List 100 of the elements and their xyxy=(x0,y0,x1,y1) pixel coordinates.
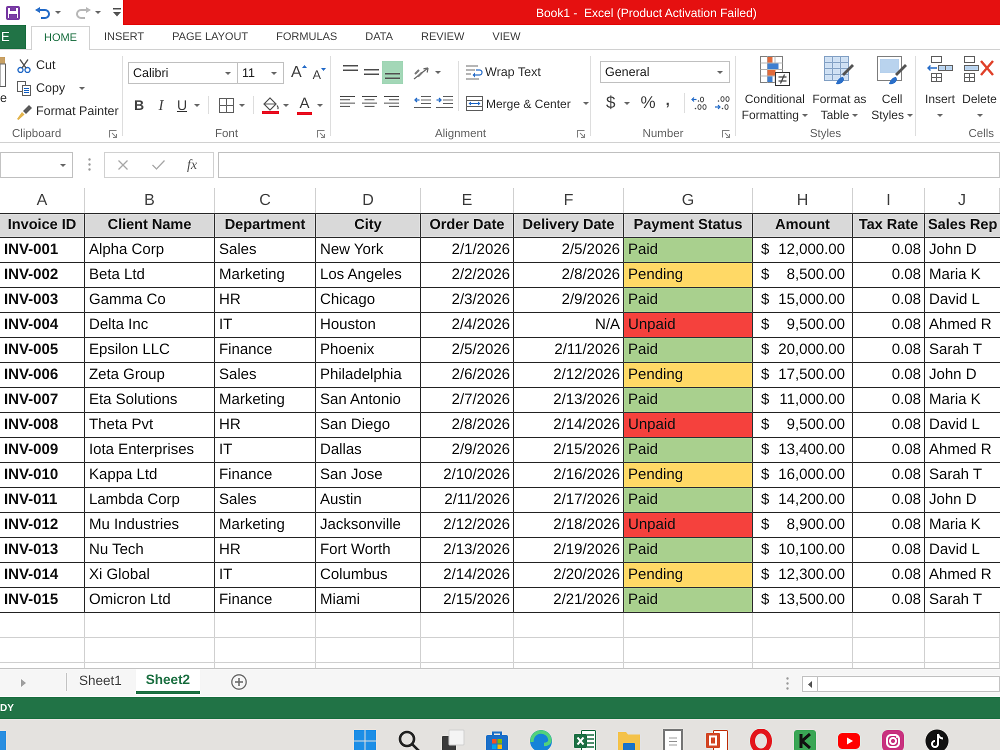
formula-input[interactable] xyxy=(218,152,1000,178)
caret-icon xyxy=(55,11,61,14)
ribbon-tab[interactable]: VIEW xyxy=(478,25,535,49)
dialog-launcher-icon[interactable] xyxy=(109,130,117,138)
ribbon-tab[interactable]: INSERT xyxy=(90,25,158,49)
stacked-squares-icon[interactable] xyxy=(441,729,465,750)
comma-button[interactable]: , xyxy=(666,94,670,108)
table-cell: Pending xyxy=(624,563,753,588)
table-cell: San Diego xyxy=(316,413,421,438)
format-painter-button[interactable]: Format Painter xyxy=(17,100,119,123)
table-cell: Pending xyxy=(624,363,753,388)
shrink-font-button[interactable]: A xyxy=(312,64,326,82)
table-cell: $ 17,500.00 xyxy=(753,363,853,388)
currency-button[interactable]: $ xyxy=(606,93,616,113)
bold-button[interactable]: B xyxy=(130,95,148,115)
quick-access-menu-icon[interactable] xyxy=(113,8,121,17)
ribbon-tab[interactable]: HOME xyxy=(31,26,90,50)
group-label: Clipboard xyxy=(12,126,62,140)
group-label: Number xyxy=(642,126,684,140)
plus-circle-icon[interactable] xyxy=(231,674,248,690)
cell-styles-button[interactable]: Cell Styles xyxy=(869,56,915,125)
font-size-dropdown[interactable]: 11 xyxy=(238,62,284,84)
delete-button[interactable]: Delete xyxy=(961,56,998,125)
sheet-tab[interactable]: Sheet2 xyxy=(136,669,200,694)
copy-button[interactable]: Copy xyxy=(17,77,119,100)
save-icon[interactable] xyxy=(6,6,20,20)
decrease-indent-icon[interactable] xyxy=(414,96,431,108)
align-center-icon[interactable] xyxy=(362,96,377,107)
column-header: Order Date xyxy=(421,213,514,238)
file-tab[interactable]: E xyxy=(0,25,26,49)
underline-button[interactable]: U xyxy=(174,95,190,115)
dialog-launcher-icon[interactable] xyxy=(317,130,326,138)
align-right-icon[interactable] xyxy=(384,96,399,107)
app-tile-icon[interactable] xyxy=(0,729,6,750)
letter-tile-icon[interactable] xyxy=(793,729,817,750)
ribbon-tab[interactable]: REVIEW xyxy=(407,25,478,49)
grow-font-button[interactable]: A xyxy=(291,64,307,82)
table-cell: Paid xyxy=(624,488,753,513)
sheet-tab[interactable]: Sheet1 xyxy=(67,669,136,694)
horizontal-scrollbar[interactable] xyxy=(802,676,1000,692)
increase-indent-icon[interactable] xyxy=(436,96,453,108)
column-header: City xyxy=(316,213,421,238)
wrap-text-button[interactable]: Wrap Text xyxy=(466,61,589,84)
percent-button[interactable]: % xyxy=(640,93,656,113)
italic-button[interactable]: I xyxy=(152,95,170,115)
table-cell: INV-006 xyxy=(0,363,85,388)
table-cell: 2/5/2026 xyxy=(421,338,514,363)
align-middle-icon xyxy=(364,69,379,75)
cut-button[interactable]: Cut xyxy=(17,54,119,77)
ring-icon[interactable] xyxy=(749,729,773,750)
font-color-button[interactable]: A xyxy=(297,96,312,114)
border-grid-icon[interactable] xyxy=(219,98,234,112)
merge-icon xyxy=(466,96,483,111)
merge-center-button[interactable]: Merge & Center xyxy=(466,92,589,115)
table-cell: Gamma Co xyxy=(85,288,215,313)
music-note-icon[interactable] xyxy=(925,729,949,750)
table-cell: Paid xyxy=(624,388,753,413)
diagonal-text-icon[interactable] xyxy=(413,66,431,80)
slides-tile-icon[interactable] xyxy=(705,729,729,750)
font-name-dropdown[interactable]: Calibri xyxy=(128,62,238,84)
ribbon-tab[interactable]: PAGE LAYOUT xyxy=(158,25,262,49)
ribbon-tab[interactable]: DATA xyxy=(351,25,407,49)
camera-icon[interactable] xyxy=(881,729,905,750)
paint-bucket-icon[interactable] xyxy=(262,96,279,114)
insert-cells-icon xyxy=(926,56,954,82)
folder-icon[interactable] xyxy=(617,729,641,750)
four-squares-icon[interactable] xyxy=(353,729,377,750)
decimal-arrow-left-icon[interactable] xyxy=(690,96,707,110)
align-bottom-button[interactable] xyxy=(382,61,403,84)
paste-button[interactable]: e xyxy=(0,54,8,125)
vertical-dots-icon[interactable] xyxy=(88,158,91,171)
group-label: Alignment xyxy=(434,126,486,140)
table-cell: Fort Worth xyxy=(316,538,421,563)
document-icon[interactable] xyxy=(661,729,685,750)
spreadsheet-tile-icon[interactable] xyxy=(573,729,597,750)
decimal-arrow-right-icon[interactable] xyxy=(714,96,730,110)
empty-cell xyxy=(853,613,925,638)
vertical-dots-icon[interactable] xyxy=(786,677,789,690)
number-format-dropdown[interactable]: General xyxy=(600,61,730,83)
function-button[interactable]: fx xyxy=(187,154,198,176)
column-header: Tax Rate xyxy=(853,213,925,238)
table-cell: 2/10/2026 xyxy=(421,463,514,488)
conditional-formatting-button[interactable]: Conditional Formatting xyxy=(740,56,810,125)
table-cell: John D xyxy=(925,363,1000,388)
table-cell: 0.08 xyxy=(853,238,925,263)
check-icon[interactable] xyxy=(152,160,165,170)
format-as-table-button[interactable]: Format as Table xyxy=(812,56,868,125)
table-cell: Pending xyxy=(624,263,753,288)
dialog-launcher-icon[interactable] xyxy=(577,130,586,138)
shopping-bag-icon[interactable] xyxy=(485,729,509,750)
dialog-launcher-icon[interactable] xyxy=(722,130,730,138)
table-cell: $ 9,500.00 xyxy=(753,413,853,438)
table-cell: INV-015 xyxy=(0,588,85,613)
table-cell: 0.08 xyxy=(853,288,925,313)
undo-icon[interactable] xyxy=(35,6,51,18)
insert-button[interactable]: Insert xyxy=(923,56,957,125)
search-icon[interactable] xyxy=(397,729,421,750)
ribbon-tab[interactable]: FORMULAS xyxy=(262,25,352,49)
align-left-icon[interactable] xyxy=(340,96,355,107)
caret-icon xyxy=(852,114,858,116)
